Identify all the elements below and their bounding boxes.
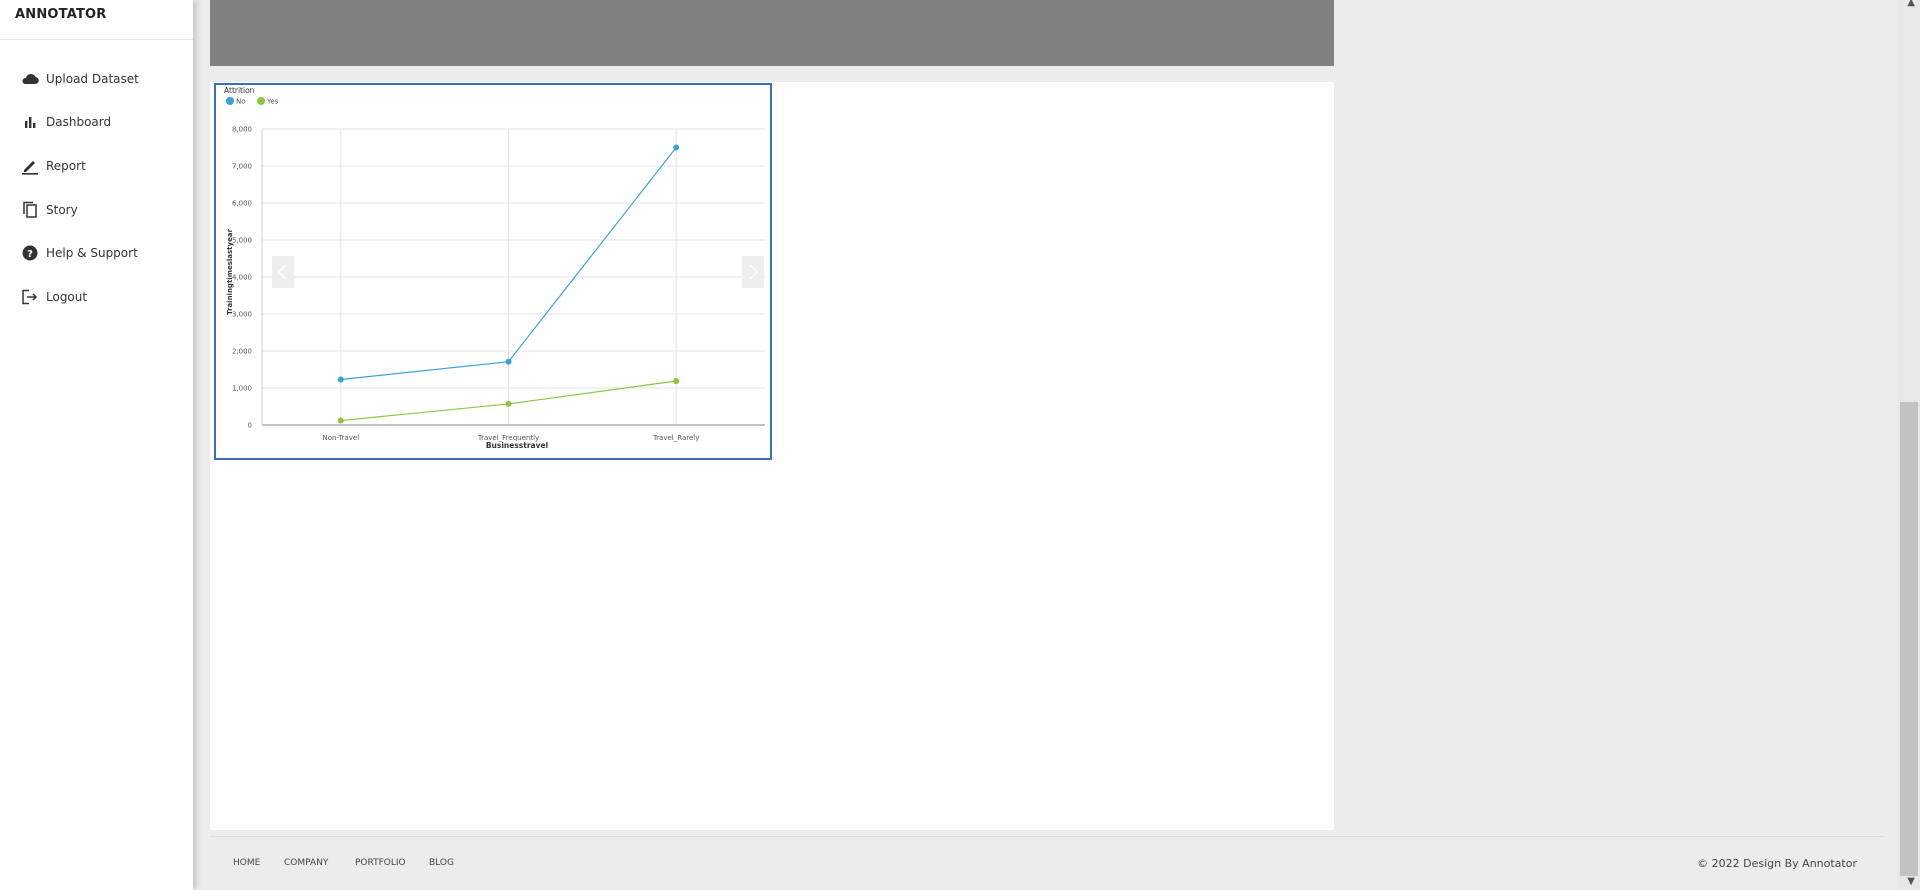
data-point[interactable] <box>673 144 680 151</box>
logout-icon <box>20 288 40 306</box>
y-tick-label: 2,000 <box>232 348 252 356</box>
legend-swatch <box>226 97 234 105</box>
brand-logo: ANNOTATOR <box>0 0 193 40</box>
data-point[interactable] <box>337 417 344 424</box>
sidebar-item-label: Dashboard <box>46 115 112 129</box>
sidebar-item-label: Report <box>46 159 86 173</box>
footer-link-portfolio[interactable]: PORTFOLIO <box>355 858 406 868</box>
y-tick-label: 1,000 <box>232 385 252 393</box>
sidebar: ANNOTATOR Upload Dataset Dashboard Repor… <box>0 0 193 890</box>
footer-divider <box>210 836 1885 837</box>
y-tick-label: 0 <box>248 422 252 430</box>
data-point[interactable] <box>337 376 344 383</box>
chart-svg: Attrition No Yes 0 1,000 2,000 3,000 4,000 5,0… <box>224 86 765 450</box>
sidebar-item-label: Upload Dataset <box>46 72 139 86</box>
sidebar-item-logout[interactable]: Logout <box>20 286 87 308</box>
sidebar-item-report[interactable]: Report <box>20 155 86 177</box>
sidebar-item-upload-dataset[interactable]: Upload Dataset <box>20 68 139 90</box>
footer-link-company[interactable]: COMPANY <box>284 858 328 868</box>
scroll-down-arrow-icon[interactable]: ▼ <box>1907 876 1915 887</box>
carousel-prev-button[interactable] <box>272 256 294 288</box>
header-banner <box>210 0 1334 66</box>
chart-grid <box>261 128 765 426</box>
sidebar-item-label: Help & Support <box>46 246 138 260</box>
page-scrollbar[interactable]: ▲ ▼ <box>1898 0 1920 890</box>
sidebar-item-label: Logout <box>46 290 88 304</box>
legend-item-label[interactable]: Yes <box>266 98 279 106</box>
bar-chart-icon <box>20 113 40 131</box>
y-tick-label: 5,000 <box>232 237 252 245</box>
sidebar-item-story[interactable]: Story <box>20 199 78 221</box>
y-tick-label: 8,000 <box>232 126 252 134</box>
sidebar-item-label: Story <box>46 203 78 217</box>
svg-text:?: ? <box>27 249 33 260</box>
data-point[interactable] <box>505 358 512 365</box>
chart-card[interactable]: Attrition No Yes 0 1,000 2,000 3,000 4,000 5,0… <box>214 83 772 460</box>
footer-link-home[interactable]: HOME <box>233 858 260 868</box>
footer-link-blog[interactable]: BLOG <box>429 858 454 868</box>
copy-icon <box>20 201 40 219</box>
sidebar-item-dashboard[interactable]: Dashboard <box>20 111 111 133</box>
scroll-up-arrow-icon[interactable]: ▲ <box>1907 0 1915 8</box>
y-axis-ticks: 0 1,000 2,000 3,000 4,000 5,000 6,000 7,000 8,00… <box>232 126 252 430</box>
legend-title: Attrition <box>224 86 255 95</box>
scrollbar-thumb[interactable] <box>1900 402 1918 876</box>
copyright-text: © 2022 Design By Annotator <box>1697 857 1857 870</box>
question-circle-icon: ? <box>20 244 40 262</box>
legend-item-label[interactable]: No <box>236 98 246 106</box>
x-axis-label: Businesstravel <box>486 441 548 450</box>
carousel-next-button[interactable] <box>742 256 764 288</box>
x-tick-label: Travel_Rarely <box>652 434 699 442</box>
cloud-icon <box>20 70 40 88</box>
y-tick-label: 3,000 <box>232 311 252 319</box>
data-point[interactable] <box>673 377 680 384</box>
data-point[interactable] <box>505 400 512 407</box>
x-tick-label: Non-Travel <box>323 434 360 442</box>
y-axis-label: Trainingtimeslastyear <box>226 228 234 315</box>
y-tick-label: 7,000 <box>232 163 252 171</box>
legend-swatch <box>257 97 265 105</box>
pencil-icon <box>20 157 40 175</box>
y-tick-label: 4,000 <box>232 274 252 282</box>
legend: No Yes <box>226 97 279 106</box>
y-tick-label: 6,000 <box>232 200 252 208</box>
sidebar-item-help-support[interactable]: ? Help & Support <box>20 242 138 264</box>
